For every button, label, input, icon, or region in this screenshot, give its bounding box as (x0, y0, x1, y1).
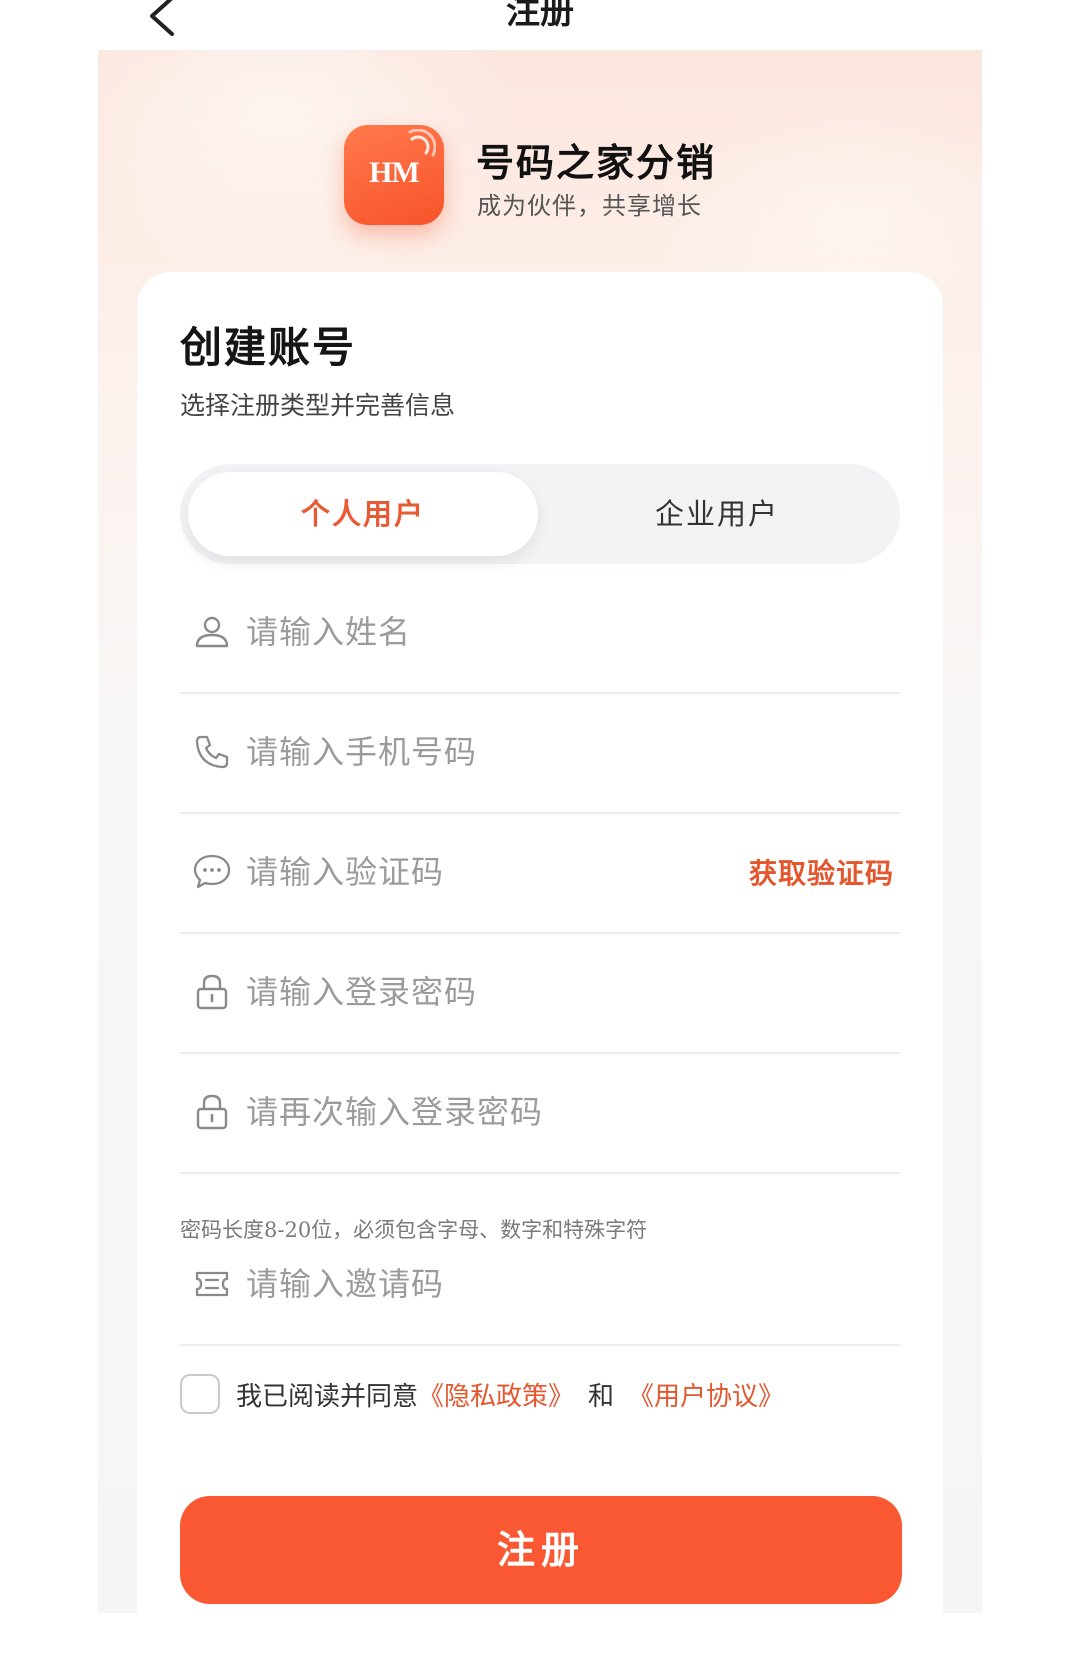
privacy-policy-link[interactable]: 《隐私政策》 (418, 1382, 574, 1412)
user-agreement-link[interactable]: 《用户协议》 (628, 1382, 784, 1412)
phone-input[interactable] (246, 722, 766, 782)
logo-text: HM (369, 156, 420, 189)
page-title: 注册 (506, 0, 574, 32)
tab-enterprise-user[interactable]: 企业用户 (542, 472, 892, 556)
phone-field-row (180, 692, 900, 814)
top-nav-bar: 注册 (0, 0, 1080, 40)
code-field-row: 获取验证码 (180, 812, 900, 934)
register-card: 创建账号 选择注册类型并完善信息 个人用户 企业用户 获取验证码 (137, 272, 943, 1672)
user-type-switch: 个人用户 企业用户 (180, 464, 900, 564)
agreement-conjunction: 和 (588, 1382, 615, 1412)
get-code-button[interactable]: 获取验证码 (749, 852, 894, 892)
brand-slogan: 成为伙伴，共享增长 (477, 192, 702, 220)
agreement-checkbox[interactable] (180, 1374, 220, 1414)
app-logo: HM (344, 125, 444, 225)
name-input[interactable] (246, 602, 766, 662)
confirm-password-field-row (180, 1052, 900, 1174)
brand-name: 号码之家分销 (476, 140, 717, 185)
agreement-prefix: 我已阅读并同意 (236, 1382, 419, 1412)
lock-icon (196, 974, 228, 1010)
chat-bubble-icon (193, 854, 231, 889)
password-input[interactable] (246, 962, 766, 1022)
card-subtitle: 选择注册类型并完善信息 (180, 391, 456, 420)
ticket-icon (195, 1271, 229, 1297)
password-field-row (180, 932, 900, 1054)
invite-field-row (180, 1224, 900, 1346)
code-input[interactable] (246, 842, 666, 902)
agreement-row: 我已阅读并同意《隐私政策》和《用户协议》 (180, 1372, 900, 1416)
brand-header: HM 号码之家分销 成为伙伴，共享增长 (344, 120, 764, 230)
invite-code-input[interactable] (246, 1254, 766, 1314)
phone-icon (195, 735, 229, 769)
name-field-row (180, 572, 900, 694)
agreement-text: 我已阅读并同意《隐私政策》和《用户协议》 (236, 1376, 784, 1413)
card-title: 创建账号 (180, 323, 357, 372)
tab-personal-user[interactable]: 个人用户 (188, 472, 538, 556)
confirm-password-input[interactable] (246, 1082, 766, 1142)
register-button[interactable]: 注册 (180, 1496, 902, 1604)
user-icon (195, 616, 229, 648)
lock-icon (196, 1094, 228, 1130)
